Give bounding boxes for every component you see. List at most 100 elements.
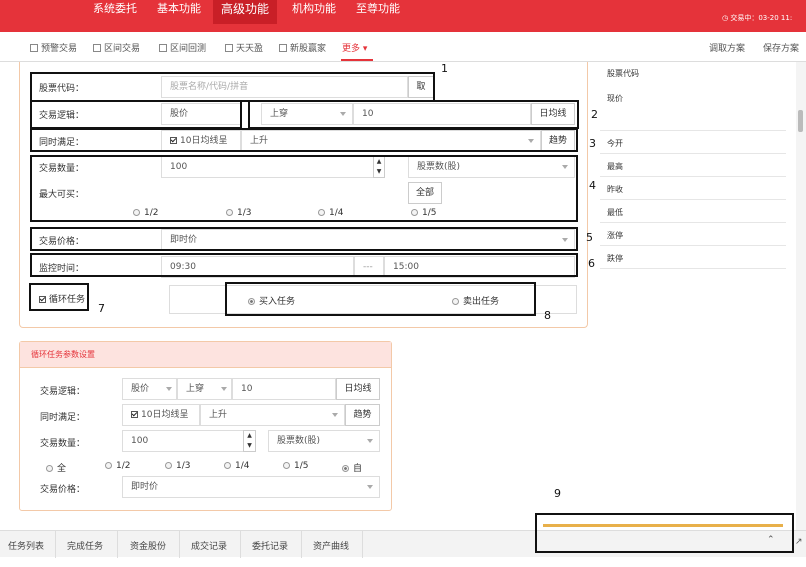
nav-advanced-functions[interactable]: 高级功能 [213,0,278,24]
quote-stock-code: 股票代码 [607,69,639,78]
save-scheme-button[interactable]: 保存方案 [763,41,799,54]
quote-high: 最高 [607,162,623,171]
tab-order-records[interactable]: 委托记录 [252,539,288,552]
tab-ipo-winner[interactable]: 新股赢家 [279,41,326,54]
annotation-box-7 [29,283,89,311]
radio-icon [283,462,290,469]
tab-tiantianying[interactable]: 天天盈 [225,41,263,54]
loop-quantity-stepper[interactable]: ▲ ▼ [243,430,256,452]
chevron-down-icon [221,387,227,391]
loop-price-label: 交易价格： [40,485,86,495]
quote-panel [600,62,786,272]
tab-range-trading[interactable]: 区间交易 [93,41,140,54]
tab-trade-records[interactable]: 成交记录 [191,539,227,552]
tab-task-list[interactable]: 任务列表 [8,539,44,552]
range-icon [93,44,101,52]
divider [600,199,786,200]
divider [600,268,786,269]
tab-completed-tasks[interactable]: 完成任务 [67,539,103,552]
annotation-number-2: 2 [591,108,598,121]
chevron-down-icon [367,485,373,489]
nav-premium-functions[interactable]: 至尊功能 [356,0,400,17]
divider [117,531,118,558]
loop-panel-title: 循环任务参数设置 [20,342,391,368]
annotation-number-9: 9 [554,487,561,500]
loop-fraction-all-radio[interactable]: 全 [46,461,66,474]
annotation-box-5 [30,227,578,251]
divider [179,531,180,558]
loop-fraction-fifth-radio[interactable]: 1/5 [283,461,308,471]
scrollbar-thumb[interactable] [798,110,803,132]
loop-condition-unit-label: 趋势 [345,404,380,426]
quote-low: 最低 [607,208,623,217]
annotation-box-6 [30,253,578,277]
divider [362,531,363,558]
nav-basic-functions[interactable]: 基本功能 [157,0,201,17]
annotation-number-7: 7 [98,302,105,315]
annotation-number-1: 1 [441,62,448,75]
annotation-box-8 [225,282,536,316]
divider [301,531,302,558]
tab-funds-positions[interactable]: 资金股份 [130,539,166,552]
loop-logic-days-input[interactable]: 10 [232,378,336,400]
top-nav-bar: 系统委托 基本功能 高级功能 机构功能 至尊功能 ◷ 交易中：03-20 11: [0,0,806,32]
loop-quantity-unit-select[interactable]: 股票数(股) [268,430,380,452]
nav-system-orders[interactable]: 系统委托 [93,0,137,17]
trading-status: ◷ 交易中：03-20 11: [722,14,793,22]
divider [240,531,241,558]
divider [600,176,786,177]
loop-fraction-quarter-radio[interactable]: 1/4 [224,461,249,471]
radio-icon [105,462,112,469]
radio-icon [224,462,231,469]
chart-icon [279,44,287,52]
load-scheme-button[interactable]: 调取方案 [709,41,745,54]
quote-current-price: 现价 [607,94,623,103]
loop-fraction-custom-radio[interactable]: 自 [342,461,362,474]
loop-quantity-input[interactable]: 100 [122,430,244,452]
tab-range-backtest[interactable]: 区间回测 [159,41,206,54]
calendar-icon [225,44,233,52]
chevron-down-icon [332,413,338,417]
annotation-box-2a [30,100,242,129]
annotation-box-2b [248,100,579,129]
annotation-box-9 [535,513,794,553]
loop-condition-label: 同时满足： [40,413,86,423]
loop-price-select[interactable]: 即时价 [122,476,380,498]
radio-icon [342,465,349,472]
divider [600,222,786,223]
radio-icon [165,462,172,469]
loop-fraction-half-radio[interactable]: 1/2 [105,461,130,471]
annotation-box-3 [30,128,578,152]
active-tab-underline [341,59,373,61]
quote-prev-close: 昨收 [607,185,623,194]
annotation-number-6: 6 [588,257,595,270]
loop-condition-checkbox[interactable]: 10日均线呈 [122,404,200,426]
quote-limit-down: 跌停 [607,254,623,263]
annotation-number-4: 4 [589,179,596,192]
divider [55,531,56,558]
loop-condition-trend-select[interactable]: 上升 [200,404,345,426]
chevron-down-icon [367,439,373,443]
scrollbar-track[interactable] [796,62,806,530]
divider [600,153,786,154]
divider [600,130,786,131]
annotation-box-1 [30,72,435,102]
popout-icon[interactable]: ↗ [795,537,803,547]
tab-more[interactable]: 更多 ▾ [342,41,367,54]
loop-quantity-label: 交易数量： [40,439,86,449]
quote-limit-up: 涨停 [607,231,623,240]
tab-asset-curve[interactable]: 资产曲线 [313,539,349,552]
radio-icon [46,465,53,472]
backtest-icon [159,44,167,52]
annotation-number-8: 8 [544,309,551,322]
loop-fraction-third-radio[interactable]: 1/3 [165,461,190,471]
nav-institution-functions[interactable]: 机构功能 [292,0,336,17]
sub-nav-bar: 预警交易 区间交易 区间回测 天天盈 新股赢家 更多 ▾ 调取方案 保存方案 [0,32,806,62]
divider [600,245,786,246]
chevron-down-icon [166,387,172,391]
loop-logic-unit-label: 日均线 [336,378,380,400]
quote-open: 今开 [607,139,623,148]
tab-alert-trading[interactable]: 预警交易 [30,41,77,54]
loop-logic-label: 交易逻辑： [40,387,86,397]
annotation-number-3: 3 [589,137,596,150]
